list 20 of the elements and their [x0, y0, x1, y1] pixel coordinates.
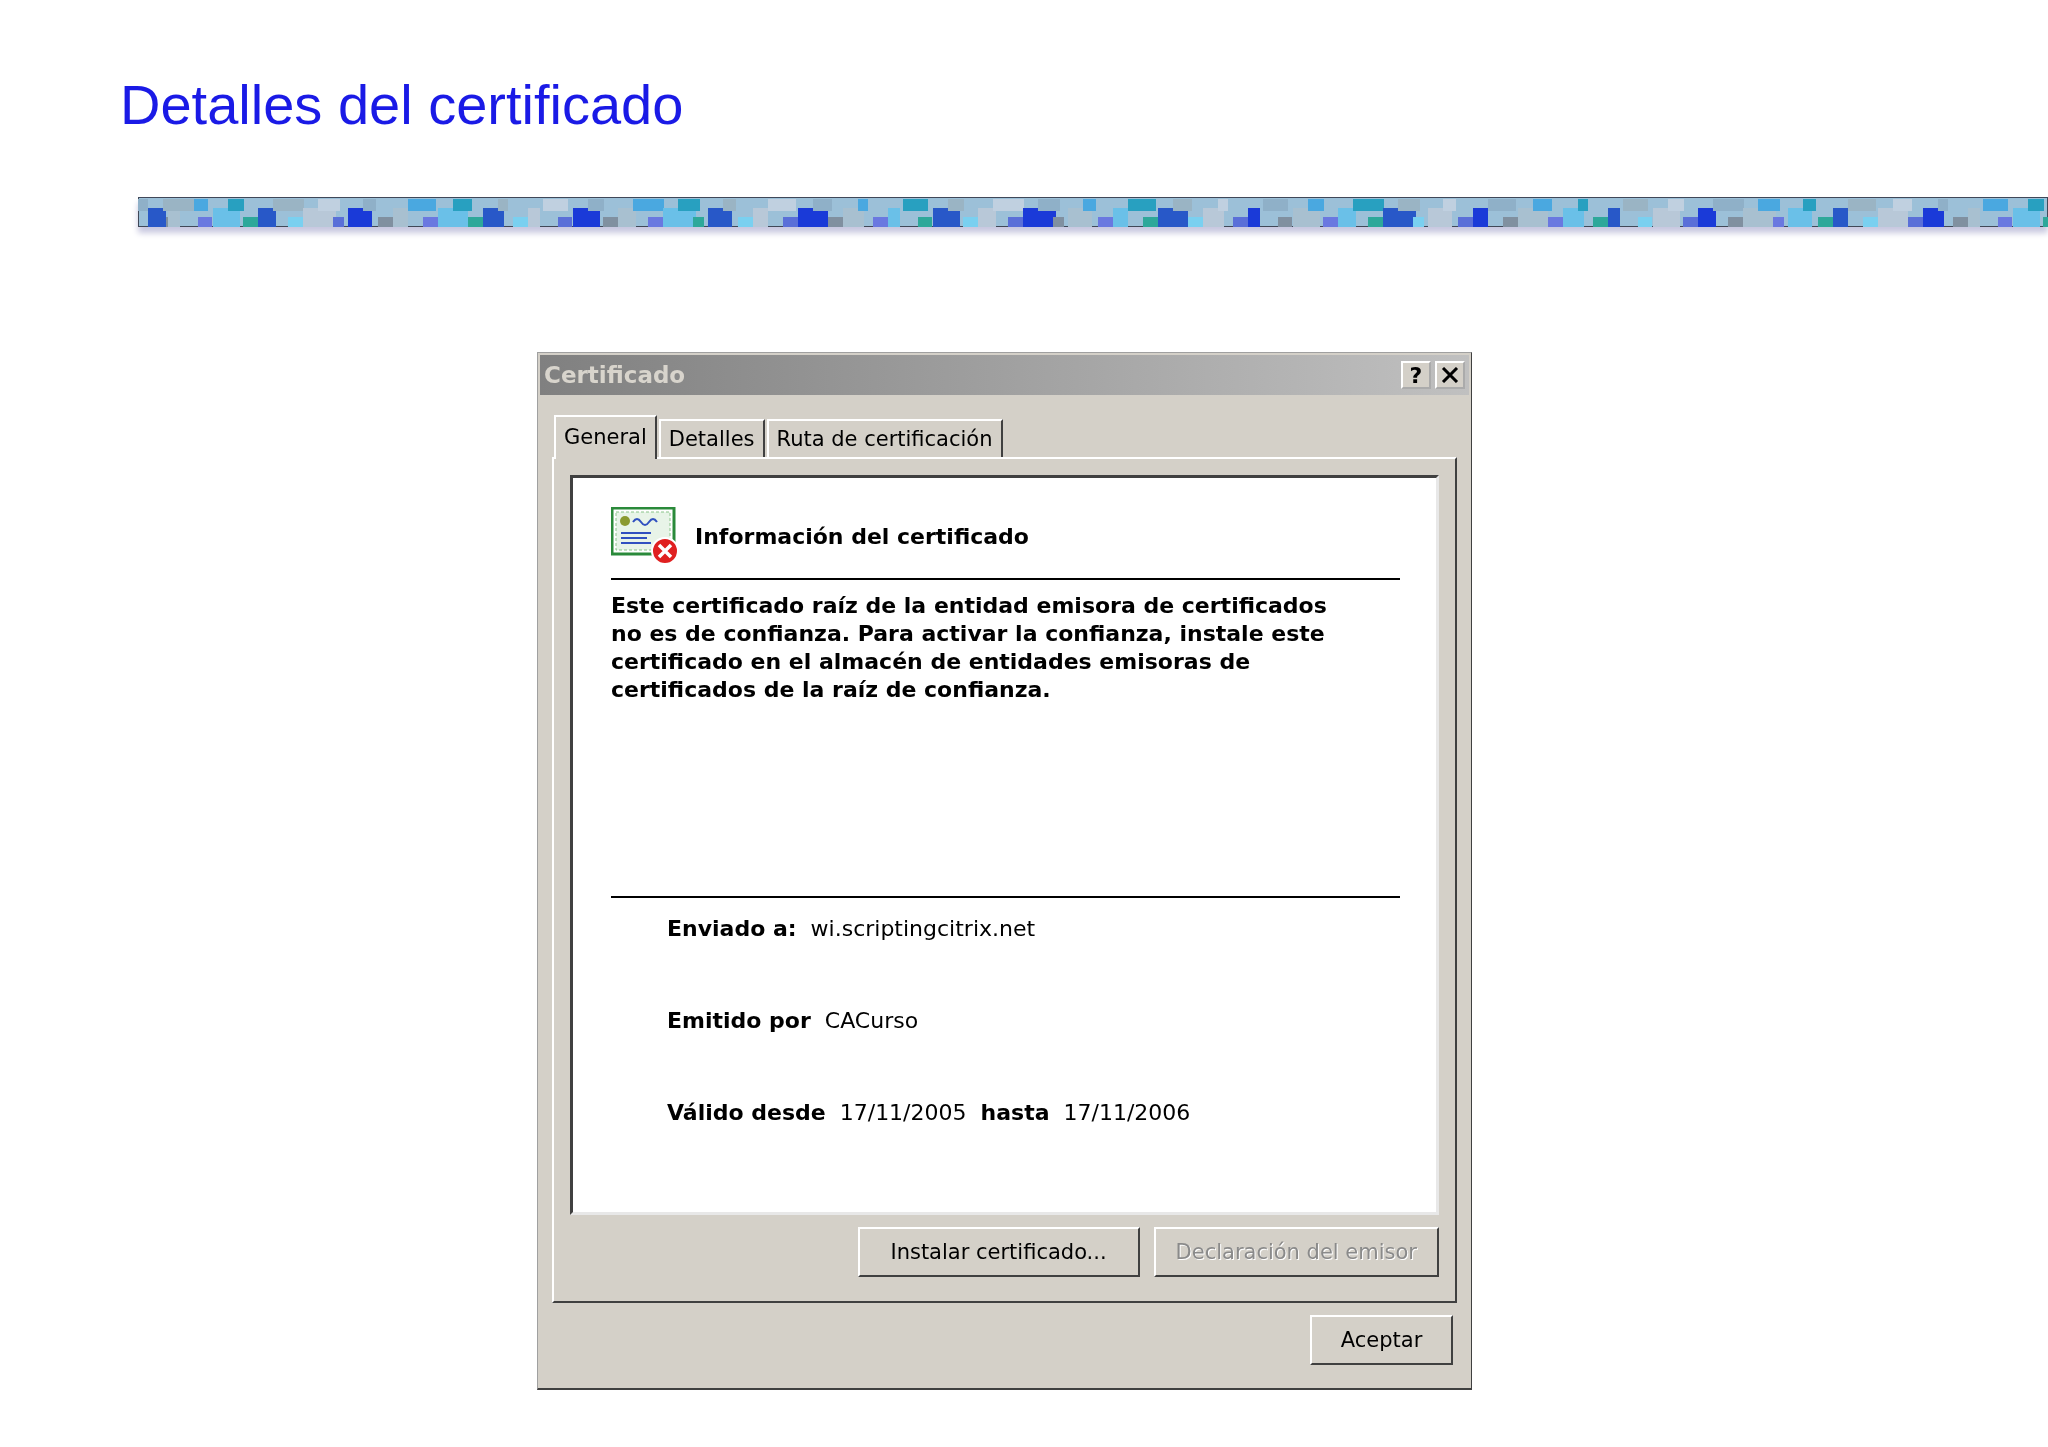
section-heading: Información del certificado — [695, 523, 1029, 549]
tab[interactable]: Ruta de certificación — [766, 419, 1003, 457]
help-button[interactable]: ? — [1401, 361, 1431, 389]
close-icon — [1441, 367, 1459, 383]
field-label: Enviado a: — [667, 916, 797, 941]
field-value: 17/11/2006 — [1063, 1100, 1191, 1125]
field-value: 17/11/2005 — [839, 1100, 967, 1125]
slide-title: Detalles del certificado — [119, 72, 685, 138]
field-value: wi.scriptingcitrix.net — [810, 916, 1036, 941]
field-label: hasta — [980, 1100, 1050, 1125]
tab[interactable]: General — [554, 415, 657, 459]
field-value: CACurso — [824, 1008, 919, 1033]
accept-button[interactable]: Aceptar — [1310, 1315, 1453, 1365]
trust-warning-message: Este certificado raíz de la entidad emisora de certificados no es de confianza. Para activar la confianza, instale este certificado en el almacén de entidades emisoras de certificados de la raíz de confianza. — [611, 592, 1328, 704]
window-title: Certificado — [544, 362, 687, 388]
field-label: Emitido por — [667, 1008, 811, 1033]
install-certificate-button[interactable]: Instalar certificado... — [857, 1227, 1140, 1277]
tab[interactable]: Detalles — [658, 419, 765, 457]
close-button[interactable] — [1435, 361, 1465, 389]
field-label: Válido desde — [667, 1100, 826, 1125]
